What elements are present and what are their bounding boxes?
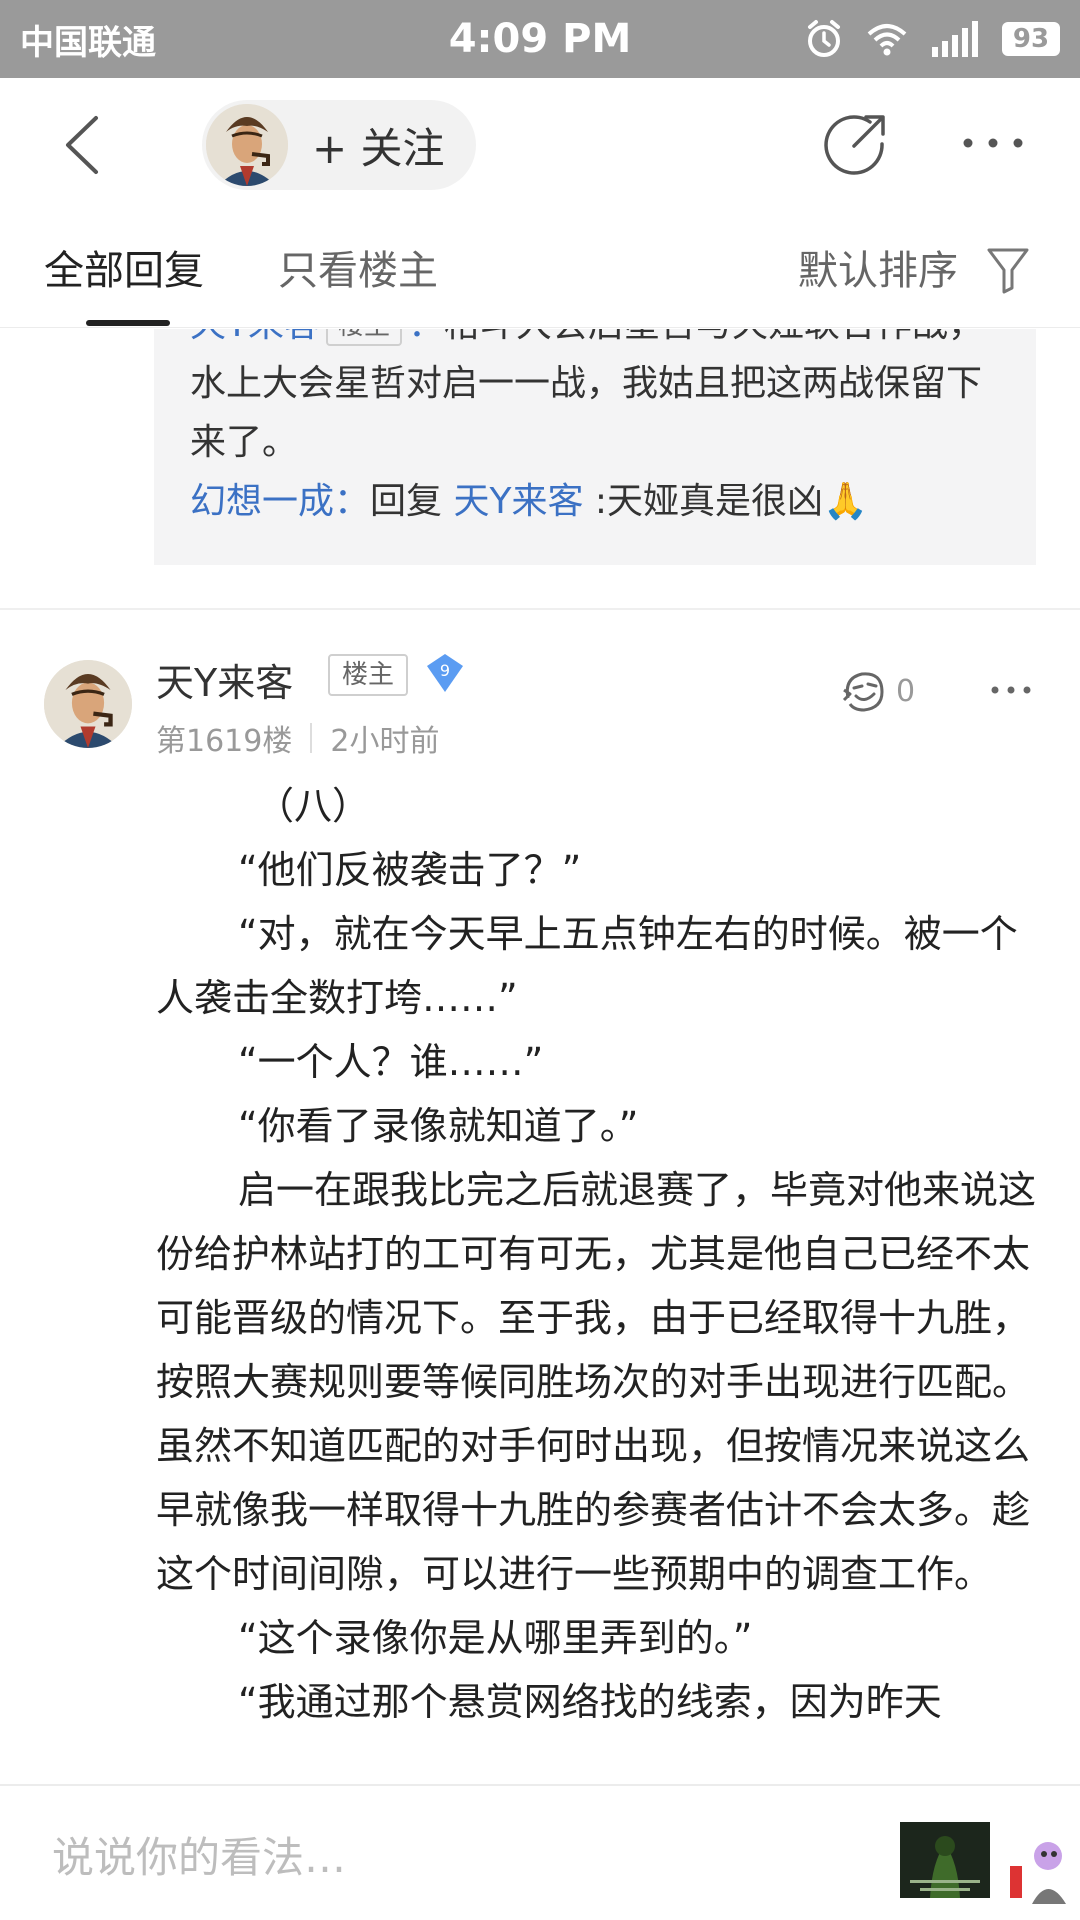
post-paragraph: “对，就在今天早上五点钟左右的时候。被一个人袭击全数打垮……” [156,912,1018,1020]
battery-indicator: 93 [1002,22,1060,56]
post-body: （八） “他们反被袭击了？” “对，就在今天早上五点钟左右的时候。被一个人袭击全… [156,774,1036,1734]
comment-input[interactable]: 说说你的看法… [52,1824,346,1885]
post-paragraph: （八） [256,784,371,828]
sub-reply-colon: ： [334,481,371,522]
active-tab-indicator [86,320,170,326]
follow-label: + 关注 [312,123,445,173]
sub-reply-author[interactable]: 幻想一成 [190,481,334,522]
op-badge: 楼主 [326,329,403,346]
sub-reply-author[interactable]: 天Y来客 [190,329,320,345]
comment-bar: 说说你的看法… [0,1784,1080,1920]
signal-icon [932,21,978,57]
op-badge: 楼主 [328,654,409,696]
level-badge: 9 [427,654,463,692]
nav-bar: + 关注 [0,78,1080,210]
tab-all-replies[interactable]: 全部回复 [44,238,204,296]
avatar[interactable] [206,104,288,186]
filter-icon[interactable] [986,246,1030,294]
status-icons: 93 [804,19,1060,59]
post-paragraph: “你看了录像就知道了。” [238,1104,639,1148]
sub-reply-text: 格斗大会后星哲与天娅联合作战，水上大会星哲对启一一战，我姑且把这两战保留下来了。 [190,329,984,463]
carrier-label: 中国联通 [20,22,156,63]
sub-reply-1: 天Y来客楼主 ：格斗大会后星哲与天娅联合作战，水上大会星哲对启一一战，我姑且把这两… [190,329,1010,472]
post-time: 2小时前 [330,724,440,759]
sub-reply-2: 幻想一成：回复 天Y来客 :天娅真是很凶🙏 [190,472,1010,531]
sub-reply-content: 天Y来客楼主：格斗大会后星哲与天娅联合作战，水上大会星哲对启一一战，我姑且把这两… [190,329,1010,531]
sub-reply-text: :天娅真是很凶🙏 [583,481,868,522]
more-dots-icon[interactable] [958,118,1028,168]
post-paragraph: “一个人？谁……” [238,1040,544,1084]
sub-reply-block[interactable]: 天Y来客楼主：格斗大会后星哲与天娅联合作战，水上大会星哲对启一一战，我姑且把这两… [154,329,1036,565]
avatar[interactable] [44,660,132,748]
thread-page: 中国联通 4:09 PM 93 + 关注 全部回复 只看楼主 默认排序 水上大会… [0,0,1080,1920]
chevron-left-icon[interactable] [52,110,122,180]
post-paragraph: 启一在跟我比完之后就退赛了，毕竟对他来说这份给护林站打的工可有可无，尤其是他自己… [156,1168,1037,1596]
meta-divider [310,723,313,753]
wifi-icon [867,24,907,56]
reply-to-user[interactable]: 天Y来客 [453,481,583,522]
reaction-face-icon[interactable] [840,668,888,714]
share-icon[interactable] [822,110,890,178]
status-bar: 中国联通 4:09 PM 93 [0,0,1080,78]
post-paragraph: “我通过那个悬赏网络找的线索，因为昨天 [238,1680,942,1724]
more-dots-icon[interactable] [990,680,1032,700]
reaction-count: 0 [896,674,916,709]
sticker-thumbnail[interactable] [900,1822,990,1898]
tab-bar: 全部回复 只看楼主 默认排序 [0,210,1080,328]
sticker-thumbnail[interactable] [1004,1826,1080,1906]
floor-number: 第1619楼 [156,724,293,759]
alarm-icon [808,20,840,57]
post-paragraph: “他们反被袭击了？” [238,848,582,892]
reply-word: 回复 [370,481,454,522]
post-author-name[interactable]: 天Y来客 [156,652,293,707]
level-number: 9 [440,661,450,680]
sort-dropdown[interactable]: 默认排序 [798,238,958,296]
post-paragraph: “这个录像你是从哪里弄到的。” [238,1616,753,1660]
sub-reply-colon: ： [408,329,444,345]
divider [0,608,1080,610]
post-meta: 第1619楼 2小时前 [156,716,439,760]
tab-op-only[interactable]: 只看楼主 [278,238,438,296]
follow-button[interactable]: + 关注 [202,100,476,190]
